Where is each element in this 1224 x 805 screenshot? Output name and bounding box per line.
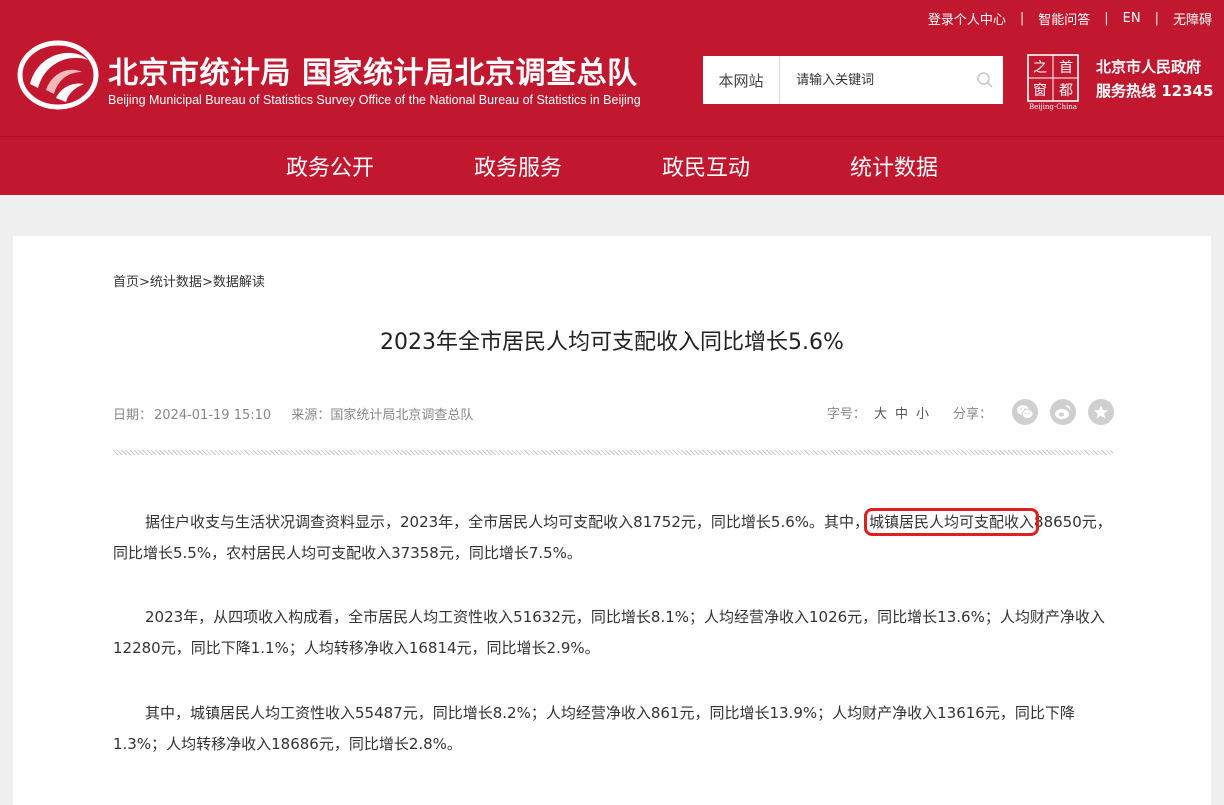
badge-char-1: 之	[1033, 60, 1047, 76]
article-source: 国家统计局北京调查总队	[330, 408, 474, 423]
source-label: 来源：	[291, 408, 331, 423]
font-size-small[interactable]: 小	[916, 403, 929, 422]
breadcrumb-sep: >	[201, 275, 213, 290]
paragraph-1: 据住户收支与生活状况调查资料显示，2023年，全市居民人均可支配收入81752元…	[113, 507, 1113, 569]
smart-qa-link[interactable]: 智能问答	[1038, 9, 1090, 28]
english-link[interactable]: EN	[1123, 11, 1141, 26]
article-title: 2023年全市居民人均可支配收入同比增长5.6%	[380, 330, 844, 355]
share-label: 分享：	[952, 406, 992, 422]
main-nav: 政务公开 政务服务 政民互动 统计数据	[0, 137, 1224, 195]
accessibility-link[interactable]: 无障碍	[1173, 9, 1212, 28]
breadcrumb: 首页>统计数据>数据解读	[113, 271, 265, 290]
site-header: 登录个人中心 | 智能问答 | EN | 无障碍 北京市统计局 国家统计局北京调…	[0, 0, 1224, 195]
site-title-cn[interactable]: 北京市统计局 国家统计局北京调查总队	[108, 48, 637, 92]
breadcrumb-statistics[interactable]: 统计数据	[150, 275, 202, 290]
nav-item-interaction[interactable]: 政民互动	[662, 150, 750, 182]
bureau-logo-icon[interactable]	[16, 38, 100, 110]
highlighted-phrase: 城镇居民人均可支配收入	[864, 508, 1040, 536]
divider	[113, 450, 1113, 455]
paragraph-3: 其中，城镇居民人均工资性收入55487元，同比增长8.2%；人均经营净收入861…	[113, 704, 1075, 753]
nav-item-statistics[interactable]: 统计数据	[850, 150, 938, 182]
search-icon	[976, 72, 993, 88]
paragraph-1-text: 据住户收支与生活状况调查资料显示，2023年，全市居民人均可支配收入81752元…	[145, 513, 870, 531]
nav-item-services[interactable]: 政务服务	[474, 150, 562, 182]
hotline[interactable]: 北京市人民政府 服务热线 12345	[1096, 55, 1213, 103]
breadcrumb-data-interpretation[interactable]: 数据解读	[213, 275, 265, 290]
top-link-separator: |	[1154, 10, 1159, 26]
font-size-medium[interactable]: 中	[895, 403, 908, 422]
favorite-star-icon	[1094, 405, 1108, 419]
weibo-icon	[1055, 405, 1071, 419]
favorite-share-button[interactable]	[1088, 399, 1114, 425]
search-box: 本网站	[703, 56, 1003, 104]
article-meta: 日期： 2024-01-19 15:10 来源：国家统计局北京调查总队	[113, 404, 473, 423]
hotline-line1: 北京市人民政府	[1096, 58, 1202, 76]
paragraph-2: 2023年，从四项收入构成看，全市居民人均工资性收入51632元，同比增长8.1…	[113, 608, 1105, 657]
date-label: 日期：	[113, 408, 153, 423]
weibo-share-button[interactable]	[1050, 399, 1076, 425]
badge-caption: Beijing-China	[1029, 103, 1077, 111]
font-size-label: 字号：	[826, 406, 866, 422]
wechat-share-button[interactable]	[1012, 399, 1038, 425]
badge-char-4: 都	[1059, 83, 1073, 99]
search-scope-select[interactable]: 本网站	[703, 56, 781, 104]
search-button[interactable]	[966, 56, 1003, 104]
badge-char-2: 首	[1059, 60, 1073, 76]
article-container: 首页>统计数据>数据解读 2023年全市居民人均可支配收入同比增长5.6% 日期…	[13, 236, 1211, 805]
nav-item-government-affairs[interactable]: 政务公开	[286, 150, 374, 182]
site-title-en: Beijing Municipal Bureau of Statistics S…	[108, 93, 641, 107]
top-link-separator: |	[1019, 10, 1025, 26]
breadcrumb-home[interactable]: 首页	[113, 275, 139, 290]
capital-window-badge-icon[interactable]: 之 首 窗 都 Beijing-China	[1024, 53, 1082, 111]
top-link-separator: |	[1104, 10, 1109, 26]
wechat-icon	[1017, 405, 1034, 419]
article-tools: 字号： 大 中 小 分享：	[827, 399, 1114, 425]
badge-char-3: 窗	[1033, 82, 1047, 99]
breadcrumb-sep: >	[139, 275, 150, 290]
search-input[interactable]	[780, 56, 967, 104]
hotline-line2: 服务热线 12345	[1096, 82, 1214, 100]
top-links: 登录个人中心 | 智能问答 | EN | 无障碍	[928, 8, 1212, 28]
font-size-large[interactable]: 大	[874, 403, 887, 422]
login-link[interactable]: 登录个人中心	[928, 9, 1006, 28]
publish-date: 2024-01-19 15:10	[154, 408, 272, 423]
